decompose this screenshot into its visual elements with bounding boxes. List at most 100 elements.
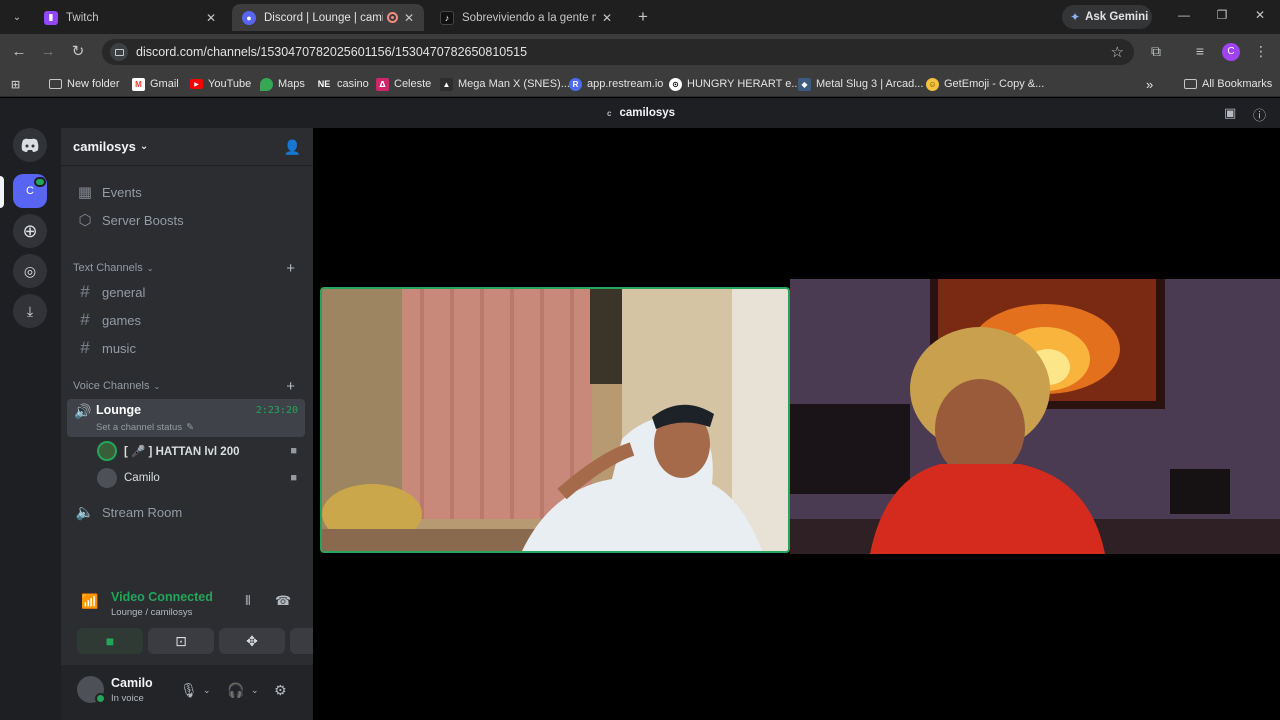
window-title: c camilosys <box>607 107 676 119</box>
create-channel-plus-icon[interactable]: + <box>286 378 295 395</box>
user-status: In voice <box>111 693 144 704</box>
bookmark-hungry-herart[interactable]: ⊙ HUNGRY HERART e... <box>669 76 801 92</box>
chevron-down-icon[interactable]: ⌄ <box>251 685 259 696</box>
ask-gemini-label: Ask Gemini <box>1085 11 1149 23</box>
chevron-down-icon: ⌄ <box>146 263 154 273</box>
microphone-icon[interactable]: 🎙 <box>180 682 198 699</box>
minimize-icon[interactable]: — <box>1174 8 1194 22</box>
connection-signal-icon[interactable]: 📶 <box>81 593 98 610</box>
tab-tiktok[interactable]: ♪ Sobreviviendo a la gente más tó ✕ <box>430 4 622 31</box>
help-icon[interactable]: ⓘ <box>1253 105 1266 124</box>
bookmark-restream[interactable]: R app.restream.io <box>569 76 663 92</box>
tab-discord[interactable]: ● Discord | Lounge | camilosys ✕ <box>232 4 424 31</box>
chevron-down-icon[interactable]: ⌄ <box>203 685 211 696</box>
discord-home-icon[interactable] <box>13 128 47 162</box>
extensions-icon[interactable]: ⧉ <box>1147 43 1165 60</box>
download-apps-icon[interactable]: ⤓ <box>13 294 47 328</box>
channel-music[interactable]: # music <box>67 335 305 361</box>
calendar-icon: ▦ <box>77 184 93 201</box>
bookmark-getemoji[interactable]: ☺ GetEmoji - Copy &... <box>926 76 1044 92</box>
reload-icon[interactable]: ↻ <box>67 41 89 63</box>
twitch-icon: ▮ <box>44 10 58 25</box>
channel-name: Lounge <box>96 403 142 417</box>
hashtag-icon: # <box>80 282 90 301</box>
bookmark-star-icon[interactable]: ☆ <box>1111 43 1124 61</box>
discover-compass-icon[interactable]: ◎ <box>13 254 47 288</box>
bookmark-youtube[interactable]: ▶ YouTube <box>190 76 251 92</box>
video-tile-camilo[interactable] <box>790 279 1280 554</box>
forward-arrow-icon[interactable]: → <box>37 41 59 63</box>
hashtag-icon: # <box>80 310 90 329</box>
channel-general[interactable]: # general <box>67 279 305 305</box>
activities-button[interactable]: ✥ <box>219 628 285 654</box>
headphones-icon[interactable]: 🎧 <box>227 682 244 699</box>
address-bar[interactable]: discord.com/channels/1530470782025601156… <box>102 39 1134 65</box>
server-boosts-item[interactable]: ⬡ Server Boosts <box>67 207 305 233</box>
folder-icon <box>49 79 62 89</box>
events-item[interactable]: ▦ Events <box>67 179 305 205</box>
inbox-icon[interactable]: ▣ <box>1224 105 1236 121</box>
maximize-icon[interactable]: ❐ <box>1212 8 1232 22</box>
screen-share-icon: ⊡ <box>175 632 187 649</box>
discord-title-bar: c camilosys ▣ ⓘ <box>0 98 1280 128</box>
bookmark-megaman[interactable]: ▲ Mega Man X (SNES)... <box>440 76 570 92</box>
channel-sidebar: camilosys ⌄ 👤 ▦ Events ⬡ Server Boosts T… <box>61 128 356 720</box>
bookmark-maps[interactable]: Maps <box>260 76 305 92</box>
voice-channel-stream-room[interactable]: 🔈 Stream Room <box>67 499 305 525</box>
bookmark-casino[interactable]: NE casino <box>316 76 369 92</box>
tab-twitch[interactable]: ▮ Twitch ✕ <box>34 4 226 31</box>
avatar <box>97 441 117 461</box>
profile-avatar[interactable]: C <box>1222 43 1240 61</box>
speaker-icon: 🔊 <box>74 403 92 419</box>
window-close-icon[interactable]: ✕ <box>1250 8 1270 22</box>
voice-status-title: Video Connected <box>111 590 213 604</box>
voice-user-camilo[interactable]: Camilo ■ <box>97 466 305 490</box>
close-icon[interactable]: ✕ <box>602 11 612 25</box>
noise-suppression-icon[interactable]: ⦀ <box>245 593 251 609</box>
channel-games[interactable]: # games <box>67 307 305 333</box>
gmail-icon: M <box>132 77 145 91</box>
pencil-icon: ✎ <box>186 422 195 433</box>
bookmark-new-folder[interactable]: New folder <box>49 76 120 92</box>
new-tab-button[interactable]: + <box>632 6 654 28</box>
bookmark-celeste[interactable]: ᐃ Celeste <box>376 76 431 92</box>
screen-share-button[interactable]: ⊡ <box>148 628 214 654</box>
all-bookmarks-button[interactable]: All Bookmarks <box>1184 76 1272 92</box>
settings-gear-icon[interactable]: ⚙ <box>274 682 287 699</box>
close-icon[interactable]: ✕ <box>404 11 414 25</box>
close-icon[interactable]: ✕ <box>206 11 216 25</box>
video-camera-icon: ■ <box>290 445 297 457</box>
server-header[interactable]: camilosys ⌄ 👤 <box>61 128 313 166</box>
voice-channels-category[interactable]: Voice Channels ⌄ + <box>73 378 303 395</box>
camera-toggle-button[interactable]: ■ <box>77 628 143 654</box>
tab-title: Twitch <box>66 11 99 24</box>
chevron-down-icon: ⌄ <box>139 141 149 152</box>
voice-user-name: Camilo <box>124 472 160 484</box>
voice-status-subtitle[interactable]: Lounge / camilosys <box>111 607 192 618</box>
selected-server-indicator <box>0 176 4 208</box>
camera-permission-icon[interactable] <box>110 43 128 61</box>
bookmark-metal-slug[interactable]: ◆ Metal Slug 3 | Arcad... <box>798 76 923 92</box>
tab-search-chevron-icon[interactable]: ⌄ <box>6 6 28 28</box>
text-channels-category[interactable]: Text Channels ⌄ + <box>73 260 303 277</box>
video-camera-icon: ■ <box>290 472 297 484</box>
invite-people-icon[interactable]: 👤 <box>284 139 301 156</box>
user-name[interactable]: Camilo <box>111 676 153 690</box>
add-server-icon[interactable]: ⊕ <box>13 214 47 248</box>
back-arrow-icon[interactable]: ← <box>8 41 30 63</box>
voice-channel-lounge[interactable]: 🔊 Lounge 2:23:20 Set a channel status ✎ <box>67 399 305 437</box>
bookmarks-overflow-button[interactable]: » <box>1146 76 1153 92</box>
menu-kebab-icon[interactable]: ⋮ <box>1252 43 1270 60</box>
apps-grid-icon[interactable]: ⊞ <box>9 76 27 92</box>
channel-status-hint[interactable]: Set a channel status ✎ <box>96 422 194 433</box>
browser-tab-bar: ⌄ ▮ Twitch ✕ ● Discord | Lounge | camilo… <box>0 0 1280 34</box>
disconnect-icon[interactable]: ☎ <box>275 593 291 609</box>
url-text[interactable]: discord.com/channels/1530470782025601156… <box>136 45 527 59</box>
voice-user-hattan[interactable]: [ 🎤 ] HATTAN lvl 200 ■ <box>97 439 305 463</box>
create-channel-plus-icon[interactable]: + <box>286 260 295 277</box>
ask-gemini-button[interactable]: ✦ Ask Gemini <box>1062 5 1152 29</box>
bookmark-gmail[interactable]: M Gmail <box>132 76 179 92</box>
video-tile-speaking[interactable] <box>320 287 790 553</box>
media-controls-icon[interactable]: ≡ <box>1191 43 1209 59</box>
chevron-down-icon: ⌄ <box>153 381 161 391</box>
